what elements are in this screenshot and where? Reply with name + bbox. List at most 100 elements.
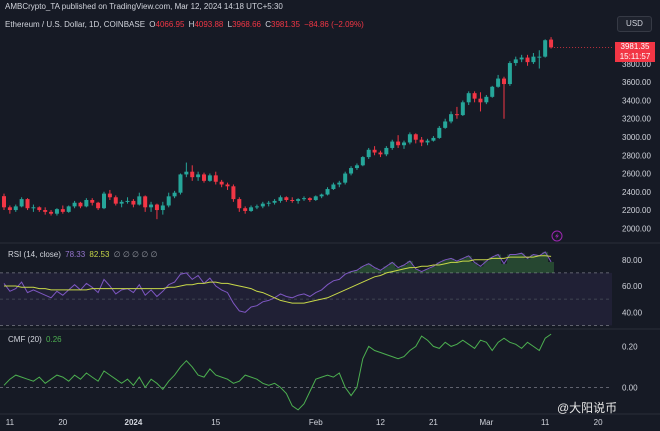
candle-body xyxy=(7,207,12,211)
candle-body xyxy=(360,157,365,166)
candle-body xyxy=(196,174,201,178)
candle-body xyxy=(78,202,83,207)
last-price-value: 3981.35 xyxy=(620,42,650,51)
candle-body xyxy=(260,203,265,207)
candle-body xyxy=(290,200,295,201)
time-axis-label: 20 xyxy=(594,418,603,427)
candle-body xyxy=(113,197,118,204)
candle-body xyxy=(154,204,159,211)
attribution-text: AMBCrypto_TA published on TradingView.co… xyxy=(5,2,283,11)
candle-body xyxy=(531,56,536,63)
candle-body xyxy=(2,196,6,208)
candle-body xyxy=(60,209,65,212)
price-tick-label: 3400.00 xyxy=(622,96,651,105)
candle-body xyxy=(178,174,183,193)
candle-body xyxy=(537,56,542,58)
candle-body xyxy=(331,184,336,190)
candle-body xyxy=(131,200,136,205)
candle-body xyxy=(90,200,95,203)
candle-body xyxy=(43,210,48,212)
candle-body xyxy=(102,193,106,209)
candle-body xyxy=(478,98,483,103)
lightning-bolt xyxy=(555,233,559,239)
candle-body xyxy=(431,137,436,141)
candle-body xyxy=(302,198,306,200)
symbol-name[interactable]: Ethereum / U.S. Dollar, 1D, COINBASE xyxy=(5,20,145,29)
cmf-line xyxy=(3,333,552,411)
rsi-tick-label: 60.00 xyxy=(622,282,643,291)
candle-body xyxy=(443,121,448,128)
candle-body xyxy=(378,152,383,155)
currency-button[interactable]: USD xyxy=(617,16,652,32)
candle-body xyxy=(19,199,24,207)
candle-body xyxy=(349,168,354,174)
candle-body xyxy=(396,141,401,146)
candle-body xyxy=(207,175,212,181)
time-axis-label: Feb xyxy=(309,418,323,427)
open-value: 4066.95 xyxy=(155,20,185,29)
candle-body xyxy=(490,86,495,97)
price-tick-label: 2400.00 xyxy=(622,188,651,197)
candle-body xyxy=(402,142,406,146)
ohlc-header: Ethereum / U.S. Dollar, 1D, COINBASE O40… xyxy=(5,20,366,29)
cmf-label[interactable]: CMF (20) xyxy=(8,335,42,344)
candle-body xyxy=(484,96,489,103)
candle-body xyxy=(231,186,236,200)
candle-body xyxy=(502,78,506,85)
price-tick-label: 2200.00 xyxy=(622,206,651,215)
time-axis-label: 12 xyxy=(376,418,385,427)
time-axis-label: 20 xyxy=(58,418,67,427)
candle-body xyxy=(202,174,206,181)
candle-body xyxy=(390,141,395,148)
rsi-ma-value: 82.53 xyxy=(89,250,110,259)
close-value: 3981.35 xyxy=(271,20,300,29)
candle-body xyxy=(384,147,389,155)
rsi-tick-label: 80.00 xyxy=(622,256,643,265)
candle-body xyxy=(13,206,18,211)
candle-body xyxy=(96,202,101,209)
candle-body xyxy=(72,202,77,207)
candles-group xyxy=(2,37,554,220)
candle-body xyxy=(307,198,312,200)
cmf-legend: CMF (20) 0.26 xyxy=(8,335,64,344)
candle-body xyxy=(449,114,454,122)
candle-body xyxy=(507,63,512,85)
candle-body xyxy=(254,206,259,208)
candle-body xyxy=(119,201,124,204)
candle-body xyxy=(519,57,524,60)
cmf-tick-label: 0.20 xyxy=(622,342,638,351)
candle-body xyxy=(125,200,130,202)
time-axis-label: 2024 xyxy=(125,418,143,427)
candle-body xyxy=(284,197,289,200)
time-axis-label: 21 xyxy=(429,418,438,427)
rsi-label[interactable]: RSI (14, close) xyxy=(8,250,61,259)
candle-body xyxy=(237,199,242,209)
candle-body xyxy=(407,134,412,143)
candle-body xyxy=(296,199,301,201)
candle-body xyxy=(513,59,518,64)
cmf-value: 0.26 xyxy=(46,335,62,344)
open-label: O xyxy=(149,20,156,29)
price-tick-label: 2600.00 xyxy=(622,170,651,179)
candle-body xyxy=(243,208,248,211)
price-tick-label: 3600.00 xyxy=(622,78,651,87)
watermark-text: @大阳说币 xyxy=(557,401,618,415)
candle-body xyxy=(219,181,224,185)
candle-body xyxy=(184,171,189,175)
time-axis-label: 11 xyxy=(6,418,15,427)
cmf-tick-label: 0.00 xyxy=(622,383,638,392)
candle-body xyxy=(66,206,71,212)
rsi-extra-values: ∅ ∅ ∅ ∅ ∅ xyxy=(113,250,158,259)
candle-body xyxy=(472,93,477,99)
candle-body xyxy=(225,184,230,187)
candle-body xyxy=(84,200,89,207)
candle-body xyxy=(137,196,142,205)
candle-body xyxy=(372,149,377,153)
candle-body xyxy=(425,140,430,143)
candle-body xyxy=(266,202,271,204)
tradingview-chart[interactable]: 2000.00 2200.00 2400.00 2600.00 2800.00 3000.… xyxy=(0,0,660,431)
candle-body xyxy=(543,40,548,57)
candle-body xyxy=(54,209,59,214)
candle-body xyxy=(496,78,501,87)
high-value: 4093.88 xyxy=(194,20,224,29)
